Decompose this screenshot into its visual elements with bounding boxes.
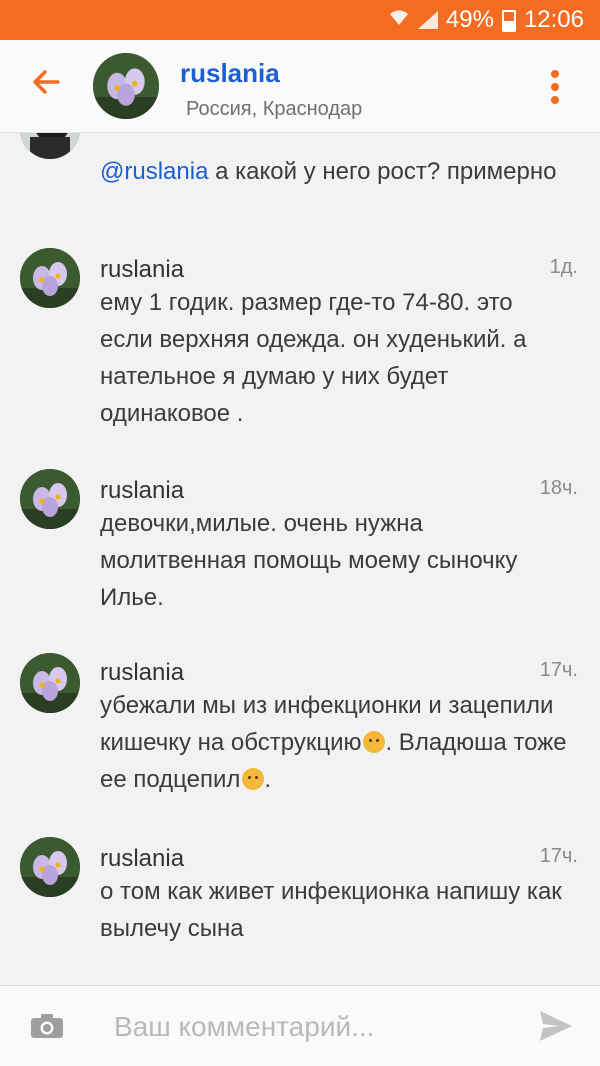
- message-text: ему 1 годик. размер где-то 74-80. это ес…: [100, 289, 527, 427]
- battery-icon: [501, 10, 516, 32]
- camera-icon[interactable]: [30, 1013, 64, 1039]
- comment-time: 1д.: [549, 256, 578, 278]
- avatar[interactable]: [20, 837, 80, 897]
- comment-time: 17ч.: [539, 659, 578, 681]
- message-text: девочки,милые. очень нужна молитвенная п…: [100, 510, 518, 611]
- arrow-left-icon[interactable]: [28, 64, 68, 104]
- comment-author[interactable]: ruslania: [100, 845, 184, 873]
- persevering-face-emoji: [363, 731, 386, 753]
- profile-name[interactable]: ruslania: [180, 58, 280, 89]
- comment-time: 17ч.: [539, 845, 578, 867]
- avatar[interactable]: [20, 469, 80, 529]
- avatar[interactable]: [20, 248, 80, 308]
- comment-input[interactable]: [112, 1004, 506, 1050]
- avatar[interactable]: [93, 53, 159, 119]
- status-bar-right: 49% 12:06: [388, 0, 584, 40]
- comments-list[interactable]: @ruslania а какой у него рост? примерно …: [0, 133, 600, 985]
- mention-link[interactable]: @ruslania: [100, 158, 208, 185]
- comment-time: 18ч.: [539, 477, 578, 499]
- message-text: убежали мы из инфекционки и зацепили киш…: [100, 692, 567, 793]
- profile-location: Россия, Краснодар: [186, 98, 363, 120]
- wifi-icon: [388, 7, 410, 33]
- clock: 12:06: [523, 6, 584, 33]
- comment-author[interactable]: ruslania: [100, 477, 184, 505]
- message-text: о том как живет инфекционка напишу как в…: [100, 878, 562, 942]
- signal-icon: [417, 11, 438, 29]
- comment-author[interactable]: ruslania: [100, 256, 184, 284]
- comment-composer: [0, 985, 600, 1066]
- send-icon[interactable]: [538, 1009, 574, 1043]
- status-bar: 49% 12:06: [0, 0, 600, 40]
- comment-author[interactable]: ruslania: [100, 659, 184, 687]
- app-bar: ruslania Россия, Краснодар: [0, 40, 600, 133]
- avatar[interactable]: [20, 133, 80, 159]
- battery-percent: 49%: [445, 6, 494, 33]
- kissing-face-emoji: [242, 768, 265, 790]
- message-text: @ruslania а какой у него рост? примерно: [100, 158, 557, 185]
- more-vertical-icon[interactable]: [550, 70, 560, 104]
- avatar[interactable]: [20, 653, 80, 713]
